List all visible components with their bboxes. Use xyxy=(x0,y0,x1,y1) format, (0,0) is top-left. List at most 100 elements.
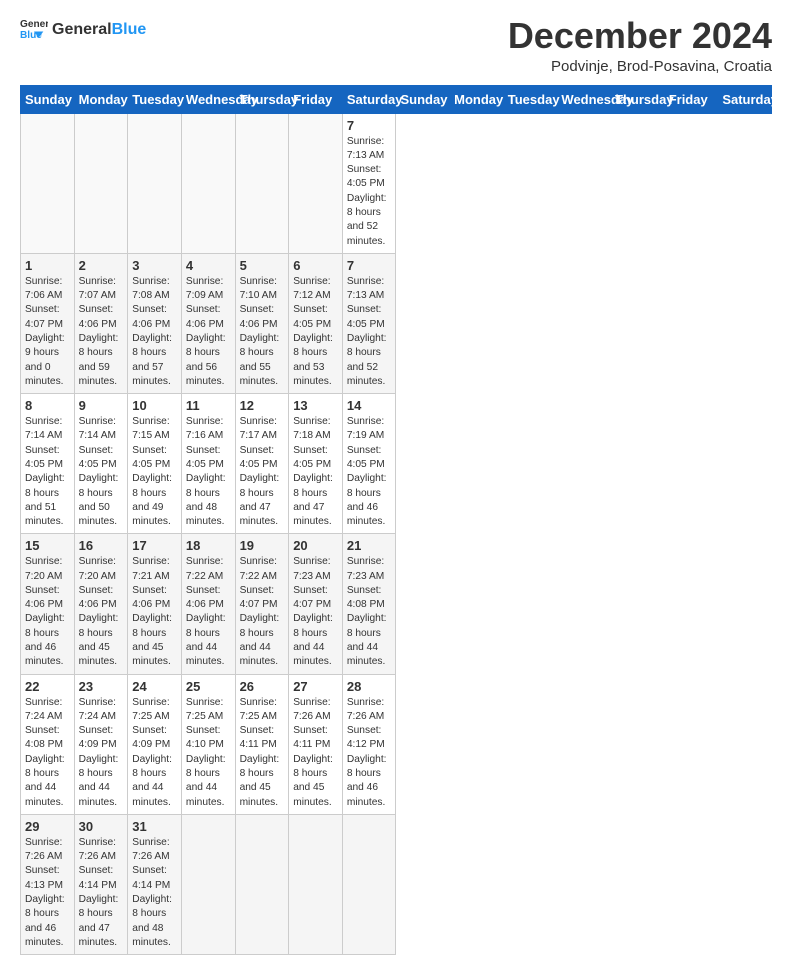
day-number: 9 xyxy=(79,398,124,413)
day-number: 22 xyxy=(25,679,70,694)
calendar-cell: 20Sunrise: 7:23 AMSunset: 4:07 PMDayligh… xyxy=(289,534,343,674)
svg-text:General: General xyxy=(20,19,48,30)
day-info: Sunrise: 7:08 AMSunset: 4:06 PMDaylight:… xyxy=(132,275,177,389)
header-sunday: Sunday xyxy=(396,85,450,113)
calendar-cell: 27 Sunrise: 7:26 AMSunset: 4:11 PMDayligh… xyxy=(289,674,343,814)
day-number: 6 xyxy=(293,258,338,273)
day-info: Sunrise: 7:23 AMSunset: 4:08 PMDaylight:… xyxy=(347,555,392,669)
calendar-cell: 24Sunrise: 7:25 AMSunset: 4:09 PMDayligh… xyxy=(128,674,182,814)
header-wednesday: Wednesday xyxy=(181,85,235,113)
calendar-cell: 17Sunrise: 7:21 AMSunset: 4:06 PMDayligh… xyxy=(128,534,182,674)
location-title: Podvinje, Brod-Posavina, Croatia xyxy=(508,58,772,75)
calendar-cell xyxy=(235,814,289,954)
day-info: Sunrise: 7:22 AMSunset: 4:07 PMDaylight:… xyxy=(240,555,285,669)
day-info: Sunrise: 7:06 AMSunset: 4:07 PMDaylight:… xyxy=(25,275,70,389)
day-info: Sunrise: 7:25 AMSunset: 4:10 PMDaylight:… xyxy=(186,696,231,810)
day-info: Sunrise: 7:10 AMSunset: 4:06 PMDaylight:… xyxy=(240,275,285,389)
calendar-cell: 28Sunrise: 7:26 AMSunset: 4:12 PMDayligh… xyxy=(342,674,396,814)
svg-text:Blue: Blue xyxy=(20,30,42,41)
calendar-cell: 23 Sunrise: 7:24 AMSunset: 4:09 PMDayligh… xyxy=(74,674,128,814)
header: General Blue GeneralBlue December 2024 P… xyxy=(20,16,772,75)
header-saturday: Saturday xyxy=(718,85,772,113)
day-number: 2 xyxy=(79,258,124,273)
day-info: Sunrise: 7:12 AMSunset: 4:05 PMDaylight:… xyxy=(293,275,338,389)
day-info: Sunrise: 7:25 AMSunset: 4:09 PMDaylight:… xyxy=(132,696,177,810)
day-info: Sunrise: 7:26 AMSunset: 4:12 PMDaylight:… xyxy=(347,696,392,810)
calendar-cell xyxy=(235,113,289,253)
calendar-cell: 12Sunrise: 7:17 AMSunset: 4:05 PMDayligh… xyxy=(235,394,289,534)
calendar-cell: 6 Sunrise: 7:12 AMSunset: 4:05 PMDaylight… xyxy=(289,253,343,393)
header-wednesday: Wednesday xyxy=(557,85,611,113)
logo-general-text: GeneralBlue xyxy=(52,21,146,39)
calendar-cell: 25Sunrise: 7:25 AMSunset: 4:10 PMDayligh… xyxy=(181,674,235,814)
day-info: Sunrise: 7:19 AMSunset: 4:05 PMDaylight:… xyxy=(347,415,392,529)
day-info: Sunrise: 7:26 AMSunset: 4:14 PMDaylight:… xyxy=(132,836,177,950)
day-info: Sunrise: 7:23 AMSunset: 4:07 PMDaylight:… xyxy=(293,555,338,669)
calendar-cell: 8Sunrise: 7:14 AMSunset: 4:05 PMDaylight… xyxy=(21,394,75,534)
calendar-cell xyxy=(342,814,396,954)
calendar-cell: 2Sunrise: 7:07 AMSunset: 4:06 PMDaylight… xyxy=(74,253,128,393)
day-info: Sunrise: 7:18 AMSunset: 4:05 PMDaylight:… xyxy=(293,415,338,529)
calendar-cell: 7Sunrise: 7:13 AMSunset: 4:05 PMDaylight… xyxy=(342,253,396,393)
calendar-cell: 16Sunrise: 7:20 AMSunset: 4:06 PMDayligh… xyxy=(74,534,128,674)
calendar-table: SundayMondayTuesdayWednesdayThursdayFrid… xyxy=(20,85,772,956)
logo-icon: General Blue xyxy=(20,16,48,44)
header-friday: Friday xyxy=(664,85,718,113)
day-number: 5 xyxy=(240,258,285,273)
calendar-week-row: 1 Sunrise: 7:06 AMSunset: 4:07 PMDaylight… xyxy=(21,253,772,393)
calendar-cell: 30Sunrise: 7:26 AMSunset: 4:14 PMDayligh… xyxy=(74,814,128,954)
title-area: December 2024 Podvinje, Brod-Posavina, C… xyxy=(508,16,772,75)
calendar-cell: 7 Sunrise: 7:13 AMSunset: 4:05 PMDaylight… xyxy=(342,113,396,253)
calendar-header-row: SundayMondayTuesdayWednesdayThursdayFrid… xyxy=(21,85,772,113)
day-info: Sunrise: 7:24 AMSunset: 4:09 PMDaylight:… xyxy=(79,696,124,810)
day-info: Sunrise: 7:22 AMSunset: 4:06 PMDaylight:… xyxy=(186,555,231,669)
calendar-cell: 11Sunrise: 7:16 AMSunset: 4:05 PMDayligh… xyxy=(181,394,235,534)
calendar-cell xyxy=(289,814,343,954)
calendar-cell xyxy=(128,113,182,253)
header-tuesday: Tuesday xyxy=(128,85,182,113)
day-number: 23 xyxy=(79,679,124,694)
calendar-week-row: 29Sunrise: 7:26 AMSunset: 4:13 PMDayligh… xyxy=(21,814,772,954)
calendar-cell: 3 Sunrise: 7:08 AMSunset: 4:06 PMDaylight… xyxy=(128,253,182,393)
calendar-cell: 13Sunrise: 7:18 AMSunset: 4:05 PMDayligh… xyxy=(289,394,343,534)
logo: General Blue GeneralBlue xyxy=(20,16,146,44)
day-info: Sunrise: 7:13 AMSunset: 4:05 PMDaylight:… xyxy=(347,135,392,249)
calendar-cell: 31 Sunrise: 7:26 AMSunset: 4:14 PMDayligh… xyxy=(128,814,182,954)
day-info: Sunrise: 7:25 AMSunset: 4:11 PMDaylight:… xyxy=(240,696,285,810)
calendar-week-row: 22Sunrise: 7:24 AMSunset: 4:08 PMDayligh… xyxy=(21,674,772,814)
calendar-cell: 4Sunrise: 7:09 AMSunset: 4:06 PMDaylight… xyxy=(181,253,235,393)
day-number: 7 xyxy=(347,258,392,273)
day-info: Sunrise: 7:20 AMSunset: 4:06 PMDaylight:… xyxy=(79,555,124,669)
calendar-week-row: 8Sunrise: 7:14 AMSunset: 4:05 PMDaylight… xyxy=(21,394,772,534)
day-info: Sunrise: 7:26 AMSunset: 4:13 PMDaylight:… xyxy=(25,836,70,950)
month-title: December 2024 xyxy=(508,16,772,56)
day-number: 8 xyxy=(25,398,70,413)
header-monday: Monday xyxy=(74,85,128,113)
day-number: 15 xyxy=(25,538,70,553)
calendar-cell xyxy=(181,113,235,253)
day-number: 18 xyxy=(186,538,231,553)
day-number: 14 xyxy=(347,398,392,413)
header-friday: Friday xyxy=(289,85,343,113)
calendar-cell xyxy=(21,113,75,253)
calendar-cell: 10Sunrise: 7:15 AMSunset: 4:05 PMDayligh… xyxy=(128,394,182,534)
day-number: 19 xyxy=(240,538,285,553)
day-number: 31 xyxy=(132,819,177,834)
day-number: 1 xyxy=(25,258,70,273)
day-number: 3 xyxy=(132,258,177,273)
calendar-cell: 19 Sunrise: 7:22 AMSunset: 4:07 PMDayligh… xyxy=(235,534,289,674)
header-thursday: Thursday xyxy=(611,85,665,113)
calendar-cell: 18 Sunrise: 7:22 AMSunset: 4:06 PMDayligh… xyxy=(181,534,235,674)
day-number: 10 xyxy=(132,398,177,413)
day-info: Sunrise: 7:17 AMSunset: 4:05 PMDaylight:… xyxy=(240,415,285,529)
day-number: 7 xyxy=(347,118,392,133)
day-number: 30 xyxy=(79,819,124,834)
header-monday: Monday xyxy=(450,85,504,113)
header-saturday: Saturday xyxy=(342,85,396,113)
calendar-cell xyxy=(74,113,128,253)
day-number: 11 xyxy=(186,398,231,413)
calendar-cell: 5 Sunrise: 7:10 AMSunset: 4:06 PMDaylight… xyxy=(235,253,289,393)
calendar-cell: 15Sunrise: 7:20 AMSunset: 4:06 PMDayligh… xyxy=(21,534,75,674)
day-info: Sunrise: 7:26 AMSunset: 4:11 PMDaylight:… xyxy=(293,696,338,810)
day-number: 27 xyxy=(293,679,338,694)
